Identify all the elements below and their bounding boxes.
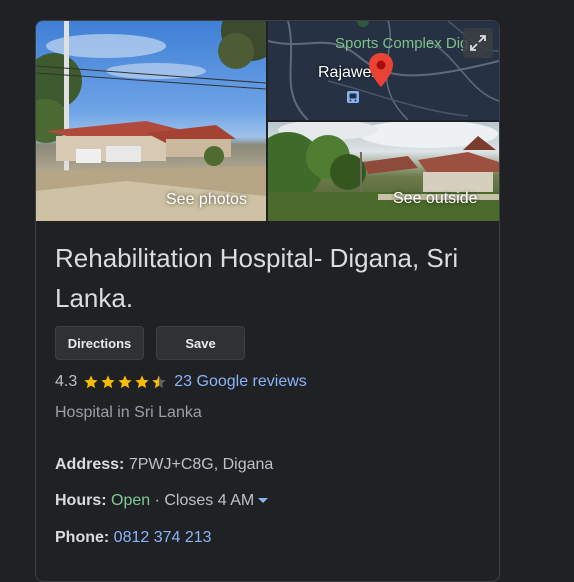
star-icon [118,375,132,389]
place-title: Rehabilitation Hospital- Digana, Sri Lan… [55,243,459,313]
see-outside-button[interactable]: See outside [268,122,499,221]
rating-row: 4.3 23 Google reviews [55,371,307,393]
hours-closes[interactable]: Closes 4 AM [164,492,254,509]
address-label: Address: [55,456,125,473]
map-pin-icon [369,53,393,87]
see-photos-label: See photos [166,191,247,208]
hours-label: Hours: [55,492,107,509]
phone-row: Phone: 0812 374 213 [55,529,212,547]
address-value: 7PWJ+C8G, Digana [128,456,274,473]
see-outside-label: See outside [393,190,478,207]
rating-value: 4.3 [55,373,78,390]
save-button[interactable]: Save [156,326,245,360]
address-row: Address: 7PWJ+C8G, Digana [55,456,273,474]
hours-separator: · [150,492,165,509]
phone-link[interactable]: 0812 374 213 [114,529,212,546]
reviews-link[interactable]: 23 Google reviews [174,373,307,391]
star-icon [101,375,115,389]
map-poi-label: Sports Complex Dig [335,35,469,52]
phone-label: Phone: [55,529,110,546]
directions-button[interactable]: Directions [55,326,144,360]
hours-dropdown-icon[interactable] [258,498,269,504]
place-category: Hospital in Sri Lanka [55,404,202,421]
hours-status: Open [111,492,151,509]
expand-map-button[interactable] [463,28,493,58]
expand-icon [470,35,486,51]
map-thumbnail[interactable]: Sports Complex Dig Rajawella [268,21,499,120]
half-star-icon [152,375,166,389]
knowledge-panel: See photos Sports Complex Dig Rajawella [35,20,500,582]
star-icon [135,375,149,389]
hours-row: Hours: Open · Closes 4 AM [55,492,269,510]
transit-icon [347,91,359,103]
star-icon [84,375,98,389]
see-photos-button[interactable]: See photos [36,21,266,221]
star-rating [83,374,168,390]
photo-grid: See photos Sports Complex Dig Rajawella [36,21,499,221]
